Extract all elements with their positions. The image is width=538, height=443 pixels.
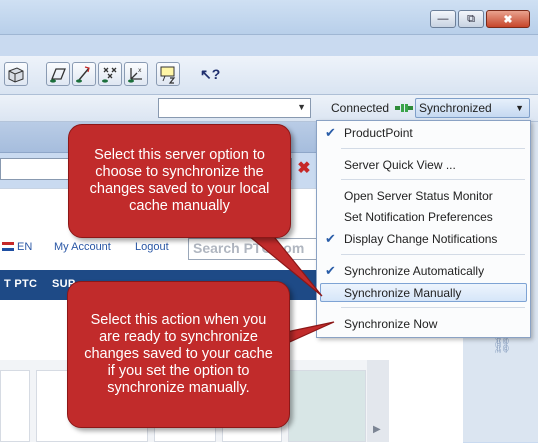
menu-item-set-notification-preferences[interactable]: Set Notification Preferences (344, 210, 493, 224)
model-selector-dropdown[interactable]: ▼ (158, 98, 311, 118)
toolbar-button-annotation-display[interactable] (156, 62, 180, 86)
carousel-next-button[interactable]: ▶ (367, 360, 389, 442)
menu-separator (341, 254, 525, 255)
chevron-down-icon: ▼ (297, 102, 306, 112)
toolbar-button-axis-display[interactable] (72, 62, 96, 86)
axis-display-icon (76, 66, 90, 83)
plane-display-icon (50, 68, 66, 83)
close-button[interactable]: ✖ (486, 10, 530, 28)
chevron-down-icon: ▼ (515, 103, 524, 113)
menu-item-productpoint[interactable]: ProductPoint (344, 126, 413, 140)
svg-text:x: x (138, 67, 142, 74)
minimize-icon: — (437, 13, 449, 25)
menu-item-synchronize-manually[interactable]: Synchronize Manually (344, 286, 461, 300)
my-account-link[interactable]: My Account (54, 241, 111, 253)
toolbar-button-point-display[interactable] (98, 62, 122, 86)
menu-separator (341, 148, 525, 149)
cube-icon (8, 67, 24, 83)
menu-item-display-change-notifications[interactable]: Display Change Notifications (344, 232, 497, 246)
language-link[interactable]: EN (17, 241, 32, 253)
toolbar-button-csys-display[interactable]: x (124, 62, 148, 86)
toolbar-button-plane-display[interactable] (46, 62, 70, 86)
menu-separator (341, 179, 525, 180)
minimize-button[interactable]: — (430, 10, 456, 28)
context-help-icon[interactable]: ↖? (200, 66, 220, 83)
thumbnail[interactable] (288, 370, 366, 442)
site-search-input[interactable]: Search PTC.com (188, 238, 318, 260)
point-display-icon (102, 67, 117, 83)
stop-icon[interactable]: ✖ (294, 158, 314, 180)
callout-sync-now: Select this action when you are ready to… (67, 281, 290, 428)
check-icon: ✔ (325, 263, 336, 278)
callout-server-option: Select this server option to choose to s… (68, 124, 291, 238)
synchronization-status-button[interactable]: Synchronized ▼ (415, 98, 530, 118)
toolbar-button-view-cube[interactable] (4, 62, 28, 86)
flag-icon (2, 242, 14, 251)
check-icon: ✔ (325, 231, 336, 246)
sync-status-label: Synchronized (419, 101, 492, 115)
csys-display-icon: x (128, 67, 142, 83)
callout-sync-now-text: Select this action when you are ready to… (84, 312, 273, 396)
chain-link-icon: ⛓ (492, 337, 513, 354)
menu-item-server-quick-view[interactable]: Server Quick View ... (344, 158, 456, 172)
connected-plug-icon (395, 104, 413, 112)
nav-item-ptc[interactable]: T PTC (4, 278, 37, 290)
check-icon: ✔ (325, 125, 336, 140)
search-placeholder: Search PTC.com (193, 240, 305, 256)
logout-link[interactable]: Logout (135, 241, 169, 253)
restore-icon: ⧉ (467, 12, 475, 25)
callout-server-option-text: Select this server option to choose to s… (89, 147, 270, 214)
menu-item-synchronize-automatically[interactable]: Synchronize Automatically (344, 264, 484, 278)
annotation-display-icon (160, 66, 176, 84)
connection-status-label: Connected (331, 101, 390, 115)
chevron-right-icon: ▶ (373, 424, 381, 435)
restore-button[interactable]: ⧉ (458, 10, 484, 28)
menu-item-open-server-status-monitor[interactable]: Open Server Status Monitor (344, 189, 493, 203)
menu-item-synchronize-now[interactable]: Synchronize Now (344, 317, 437, 331)
close-icon: ✖ (503, 13, 513, 26)
server-options-menu: ✔ ProductPoint Server Quick View ... Ope… (316, 120, 531, 338)
menu-separator (341, 307, 525, 308)
thumbnail[interactable] (0, 370, 30, 442)
